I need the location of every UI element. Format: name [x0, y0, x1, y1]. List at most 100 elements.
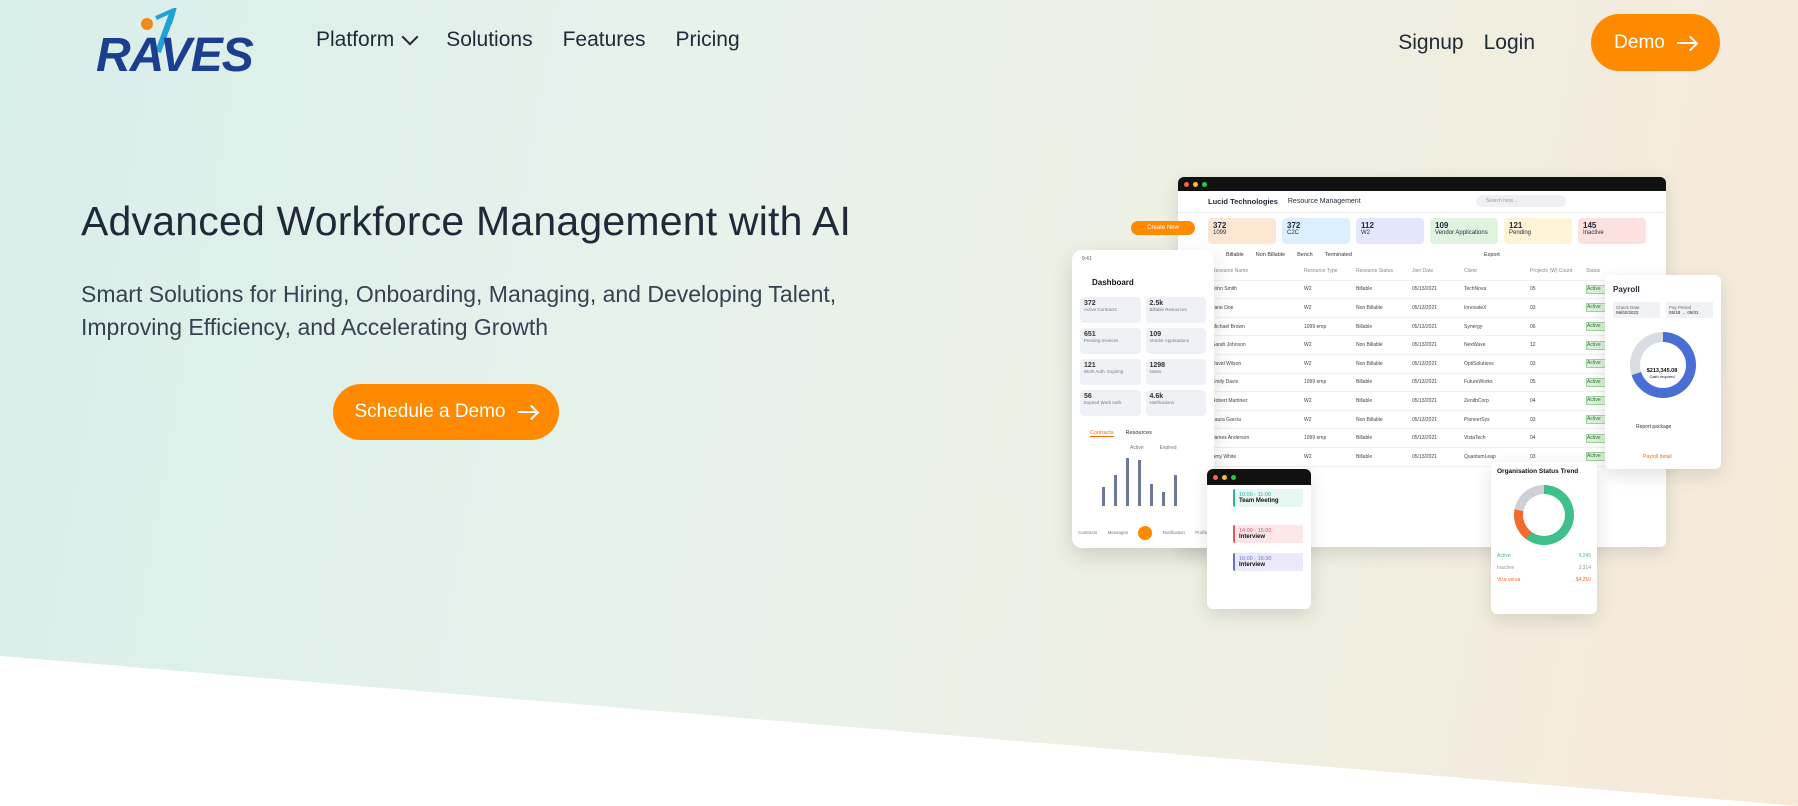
- table-cell: W2: [1304, 342, 1312, 349]
- mock-search-input: Search here...: [1476, 195, 1566, 207]
- phone-stat-label: Work Auth. Expiring: [1084, 369, 1124, 374]
- phone-card-grid: 372 Active Contracts 2.5k Billable Resource…: [1072, 293, 1214, 420]
- chart-bar: [1162, 492, 1165, 506]
- phone-stat-label: Billable Resources: [1149, 307, 1187, 312]
- phone-time: 9:41: [1082, 256, 1092, 262]
- stat-value: 109: [1435, 221, 1449, 230]
- trend-legend: Active 9,245 Inactive 3,314 Vice versa $4,2…: [1497, 553, 1591, 583]
- table-cell: FutureWorks: [1464, 379, 1493, 386]
- table-cell: Billable: [1356, 323, 1373, 330]
- table-cell: 05/13/2021: [1412, 416, 1438, 423]
- phone-stat-card: 2.5k Billable Resources: [1145, 297, 1206, 323]
- resource-table: Resource Name Resource Type Resource Sta…: [1178, 258, 1666, 467]
- trend-legend-item: Vice versa $4,250: [1497, 577, 1591, 583]
- table-cell: Billable: [1356, 379, 1373, 386]
- schedule-demo-button[interactable]: Schedule a Demo: [333, 384, 559, 440]
- table-cell: Laura Garcia: [1212, 416, 1241, 423]
- stat-cards: 372 1099 372 C2C 112 W2 109 Vendor Applicati…: [1178, 213, 1666, 244]
- login-link[interactable]: Login: [1484, 31, 1535, 55]
- phone-nav-item: Notification: [1162, 530, 1185, 535]
- table-row: Jane Doe W2 Non Billable 05/13/2021 Innovate…: [1212, 299, 1666, 318]
- filter-tab: Terminated: [1324, 252, 1352, 258]
- nav-platform[interactable]: Platform: [316, 28, 419, 52]
- phone-stat-card: 56 Expired Work Auth.: [1080, 390, 1141, 416]
- table-row: Michael Brown 1099 emp Billable 05/13/2021 S…: [1212, 318, 1666, 337]
- signup-link[interactable]: Signup: [1398, 31, 1463, 55]
- phone-tab: Resources: [1125, 430, 1152, 436]
- raves-logo[interactable]: RAVES: [96, 6, 272, 82]
- nav-solutions[interactable]: Solutions: [446, 28, 532, 52]
- phone-stat-value: 651: [1084, 331, 1096, 338]
- table-cell: 03: [1530, 416, 1536, 423]
- primary-nav: Platform Solutions Features Pricing: [316, 28, 740, 52]
- column-header: Resource Name: [1212, 267, 1249, 274]
- stat-value: 372: [1287, 221, 1301, 230]
- filter-tab: Billable: [1226, 252, 1244, 258]
- trend-donut-chart: [1514, 485, 1574, 545]
- table-cell: 03: [1530, 453, 1536, 460]
- table-cell: 05: [1530, 379, 1536, 386]
- table-cell: Billable: [1356, 435, 1373, 442]
- stat-value: 372: [1213, 221, 1227, 230]
- legend-label: Active: [1497, 553, 1511, 559]
- table-cell: 05/13/2021: [1412, 360, 1438, 367]
- table-cell: QuantumLeap: [1464, 453, 1496, 460]
- nav-pricing[interactable]: Pricing: [675, 28, 739, 52]
- phone-stat-value: 56: [1084, 393, 1092, 400]
- calendar-card: 10:00 - 11:00 Team Meeting 14:00 - 15:00 I…: [1207, 469, 1311, 609]
- export-button: Export: [1483, 252, 1500, 258]
- filter-tab: Non Billable: [1255, 252, 1286, 258]
- phone-mockup: 9:41 Dashboard 372 Active Contracts 2.5k Bi…: [1072, 250, 1214, 548]
- top-navigation: RAVES Platform Solutions Features Pricin…: [0, 0, 1798, 86]
- table-cell: Billable: [1356, 397, 1373, 404]
- table-cell: 1099 emp: [1304, 323, 1327, 330]
- table-cell: Non Billable: [1356, 304, 1383, 311]
- plus-icon: [1138, 526, 1153, 540]
- company-name: Lucid Technologies: [1208, 197, 1278, 206]
- table-cell: 06: [1530, 323, 1536, 330]
- legend-value: $4,250: [1575, 577, 1591, 583]
- table-cell: 05/13/2021: [1412, 342, 1438, 349]
- table-cell: PioneerSys: [1464, 416, 1490, 423]
- table-cell: W2: [1304, 416, 1312, 423]
- chart-bar: [1174, 475, 1177, 506]
- calendar-titlebar: [1207, 469, 1311, 485]
- phone-stat-label: Vendor Applications: [1149, 338, 1190, 343]
- legend-item: Expired: [1159, 445, 1177, 451]
- stat-card: 372 C2C: [1282, 218, 1350, 244]
- phone-nav-item: Messages: [1107, 530, 1129, 535]
- table-cell: Emily Davis: [1212, 379, 1239, 386]
- phone-bottom-nav: Contracts Messages Notification Profile: [1078, 526, 1208, 540]
- table-cell: W2: [1304, 453, 1312, 460]
- trend-title: Organisation Status Trend: [1497, 468, 1579, 475]
- stat-label: Vendor Applications: [1435, 230, 1488, 236]
- table-row: Emily Davis 1099 emp Billable 05/13/2021 Fut…: [1212, 374, 1666, 393]
- phone-tabs: Contracts Resources: [1072, 420, 1214, 437]
- trend-legend-item: Active 9,245: [1497, 553, 1591, 559]
- phone-stat-label: Expired Work Auth.: [1084, 400, 1123, 405]
- minimize-dot-icon: [1193, 181, 1198, 187]
- legend-label: Vice versa: [1497, 577, 1521, 583]
- phone-stat-label: Notes: [1149, 369, 1162, 374]
- phone-stat-value: 2.5k: [1149, 300, 1164, 307]
- stat-value: 145: [1583, 221, 1597, 230]
- phone-stat-label: Active Contracts: [1084, 307, 1117, 312]
- column-header: Client: [1464, 267, 1477, 274]
- table-cell: Billable: [1356, 286, 1373, 293]
- demo-button[interactable]: Demo: [1591, 14, 1720, 71]
- hero-title: Advanced Workforce Management with AI: [81, 198, 852, 244]
- table-cell: VistaTech: [1464, 435, 1486, 442]
- nav-features[interactable]: Features: [563, 28, 646, 52]
- table-cell: Michael Brown: [1212, 323, 1245, 330]
- phone-bar-chart: [1102, 458, 1206, 506]
- stat-card: 145 Inactive: [1578, 218, 1646, 244]
- table-row: John Smith W2 Billable 05/13/2021 TechNova 05…: [1212, 281, 1666, 300]
- legend-value: 3,314: [1578, 565, 1591, 571]
- table-row: Robert Martinez W2 Billable 05/13/2021 Zenit…: [1212, 392, 1666, 411]
- table-cell: 05/13/2021: [1412, 323, 1438, 330]
- table-row: David Wilson W2 Non Billable 05/13/2021 Opti…: [1212, 355, 1666, 374]
- logo-text: RAVES: [96, 29, 254, 82]
- stat-label: W2: [1361, 230, 1370, 236]
- arrow-right-icon: [517, 405, 538, 419]
- filter-tabs: Billable Non Billable Bench Terminated E…: [1178, 244, 1666, 258]
